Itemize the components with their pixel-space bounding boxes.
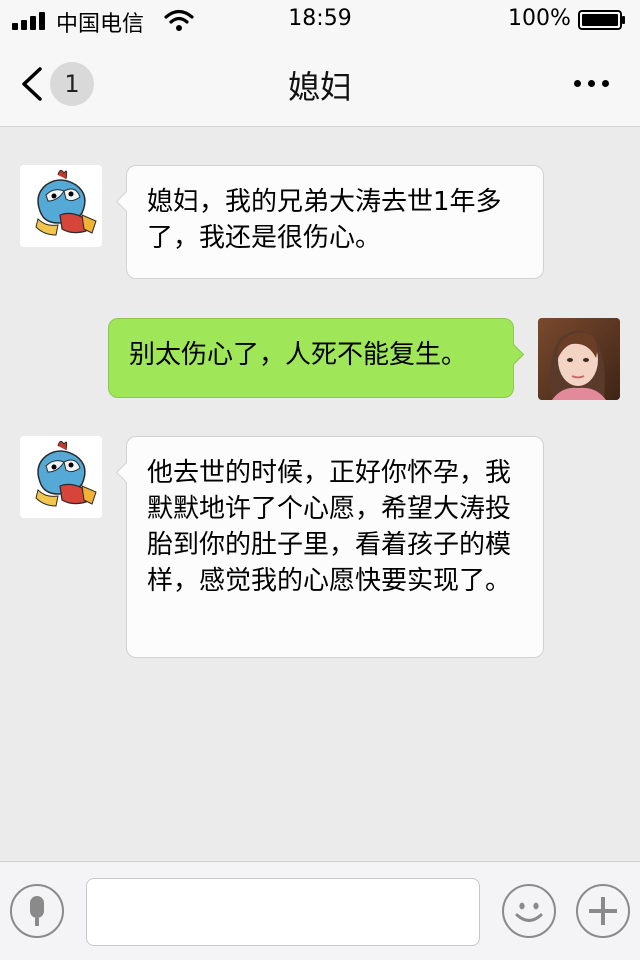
message-text: 媳妇，我的兄弟大涛去世1年多了，我还是很伤心。: [147, 187, 502, 253]
message-text: 他去世的时候，正好你怀孕，我默默地许了个心愿，希望大涛投胎到你的肚子里，看着孩子…: [147, 458, 512, 596]
chat-title: 媳妇: [287, 68, 352, 106]
input-bar: [0, 861, 640, 960]
message-list: 媳妇，我的兄弟大涛去世1年多了，我还是很伤心。 别太伤心了，人死不能复生。 他去…: [0, 127, 640, 861]
status-bar: 中国电信 18:59 100%: [0, 0, 640, 40]
dot-icon: [574, 80, 581, 87]
message-text: 别太伤心了，人死不能复生。: [129, 340, 468, 370]
message-bubble-incoming[interactable]: 媳妇，我的兄弟大涛去世1年多了，我还是很伤心。: [115, 165, 544, 279]
message-bubble-incoming[interactable]: 他去世的时候，正好你怀孕，我默默地许了个心愿，希望大涛投胎到你的肚子里，看着孩子…: [115, 436, 544, 658]
emoji-button[interactable]: [502, 884, 556, 938]
message-bubble-outgoing[interactable]: 别太伤心了，人死不能复生。: [108, 318, 525, 398]
battery-icon: [578, 10, 625, 30]
microphone-icon: [30, 896, 44, 926]
nav-bar: 1 媳妇: [0, 40, 640, 127]
my-avatar[interactable]: [538, 318, 620, 400]
contact-avatar[interactable]: [20, 165, 102, 247]
chat-screen: 中国电信 18:59 100% 1 媳妇 媳妇，我的兄弟大涛去世1年多了，我还是…: [0, 0, 640, 960]
cartoon-avatar-image: [20, 436, 102, 518]
plus-icon: [589, 897, 617, 925]
cartoon-avatar-image: [20, 165, 102, 247]
more-options-button[interactable]: [568, 70, 616, 96]
message-input[interactable]: [86, 878, 480, 946]
profile-photo-image: [538, 318, 620, 400]
battery-percent: 100%: [508, 6, 571, 31]
voice-button[interactable]: [10, 884, 64, 938]
dot-icon: [602, 80, 609, 87]
dot-icon: [588, 80, 595, 87]
emoji-icon: [515, 902, 543, 922]
contact-avatar[interactable]: [20, 436, 102, 518]
more-actions-button[interactable]: [576, 884, 630, 938]
